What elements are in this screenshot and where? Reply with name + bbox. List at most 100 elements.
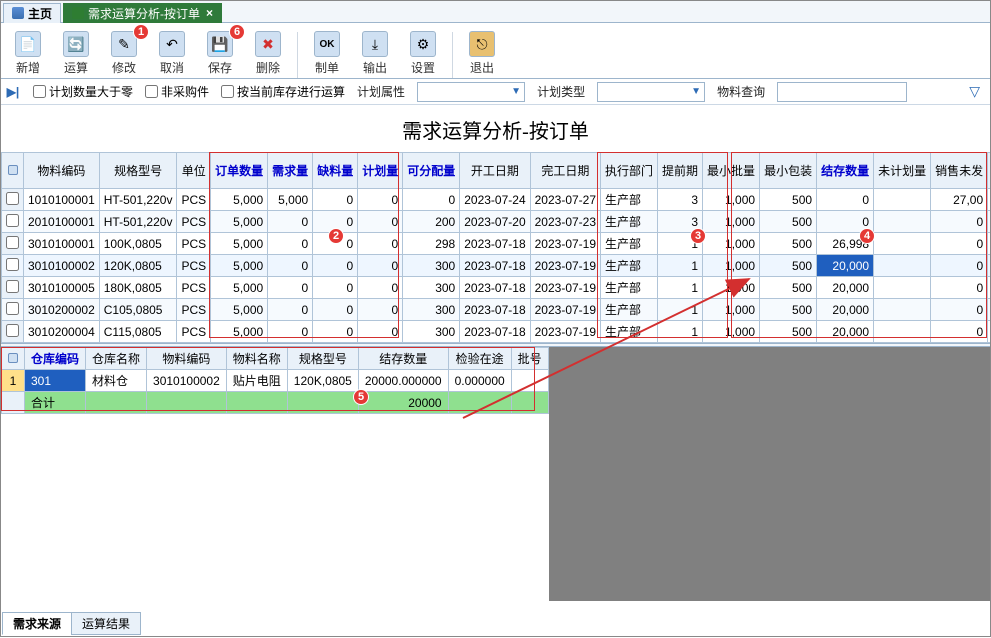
cell-dept[interactable]: 生产部 [601, 233, 658, 255]
cell-minlot[interactable]: 1,000 [703, 299, 760, 321]
cell-plan[interactable]: 0 [358, 211, 403, 233]
row-checkbox[interactable] [2, 321, 24, 343]
cell-unplan[interactable] [874, 277, 931, 299]
cell-plan[interactable]: 0 [358, 255, 403, 277]
cell-req[interactable]: 0 [268, 299, 313, 321]
cell-ship[interactable]: 0 [988, 189, 990, 211]
cell-code[interactable]: 3010100001 [24, 233, 100, 255]
cell-unplan[interactable] [874, 299, 931, 321]
cell-stock[interactable]: 20,000 [817, 255, 874, 277]
cell-minpack[interactable]: 500 [760, 189, 817, 211]
cell-minpack[interactable]: 500 [760, 321, 817, 343]
col-uom[interactable]: 单位 [177, 153, 211, 189]
cell-sunf[interactable]: 0 [931, 299, 988, 321]
cell-unplan[interactable] [874, 321, 931, 343]
cell-dept[interactable]: 生产部 [601, 321, 658, 343]
subcol-insp[interactable]: 检验在途 [448, 348, 511, 370]
col-alloc-qty[interactable]: 可分配量 [403, 153, 460, 189]
cell-code[interactable]: 3010100005 [24, 277, 100, 299]
cell-short[interactable]: 0 [313, 299, 358, 321]
cell-stock[interactable]: 20,000 [817, 299, 874, 321]
cell-stock[interactable]: 0 [817, 189, 874, 211]
cell-dept[interactable]: 生产部 [601, 189, 658, 211]
sub-row-index[interactable]: 1 [2, 370, 25, 392]
material-search-input[interactable] [778, 83, 902, 101]
cell-uom[interactable]: PCS [177, 255, 211, 277]
cell-plan[interactable]: 0 [358, 299, 403, 321]
cell-lead[interactable]: 1 [658, 277, 703, 299]
cell-lead[interactable]: 3 [658, 189, 703, 211]
cell-dept[interactable]: 生产部 [601, 277, 658, 299]
cell-minlot[interactable]: 1,000 [703, 211, 760, 233]
cell-plan[interactable]: 0 [358, 277, 403, 299]
col-dept[interactable]: 执行部门 [601, 153, 658, 189]
row-checkbox[interactable] [2, 255, 24, 277]
sub-batch[interactable] [511, 370, 548, 392]
cell-spec[interactable]: C115,0805 [99, 321, 177, 343]
col-unplan[interactable]: 未计划量 [874, 153, 931, 189]
col-material-code[interactable]: 物料编码 [24, 153, 100, 189]
table-row[interactable]: 1010100001HT-501,220vPCS5,0005,000000202… [2, 189, 991, 211]
make-order-button[interactable]: OK 制单 [304, 26, 350, 78]
cell-short[interactable]: 0 [313, 255, 358, 277]
col-start-date[interactable]: 开工日期 [460, 153, 530, 189]
col-stock[interactable]: 结存数量 [817, 153, 874, 189]
sub-mcode[interactable]: 3010100002 [147, 370, 227, 392]
combo-plan-type-input[interactable] [598, 83, 688, 101]
cell-sunf[interactable]: 27,00 [931, 189, 988, 211]
sub-whname[interactable]: 材料仓 [86, 370, 147, 392]
col-end-date[interactable]: 完工日期 [530, 153, 600, 189]
cell-uom[interactable]: PCS [177, 211, 211, 233]
tab-home[interactable]: 主页 [3, 3, 61, 23]
cell-minlot[interactable]: 1,000 [703, 189, 760, 211]
cell-alloc[interactable]: 0 [403, 189, 460, 211]
cell-start[interactable]: 2023-07-18 [460, 299, 530, 321]
row-checkbox[interactable] [2, 299, 24, 321]
cell-minlot[interactable]: 1,000 [703, 255, 760, 277]
subcol-whcode[interactable]: 仓库编码 [25, 348, 86, 370]
cell-lead[interactable]: 1 [658, 255, 703, 277]
cell-ship[interactable]: 0 [988, 321, 990, 343]
cell-ship[interactable]: 0 [988, 299, 990, 321]
cell-end[interactable]: 2023-07-19 [530, 299, 600, 321]
new-button[interactable]: 📄 新增 [5, 26, 51, 78]
cell-spec[interactable]: 180K,0805 [99, 277, 177, 299]
calc-button[interactable]: 🔄 运算 [53, 26, 99, 78]
cell-dept[interactable]: 生产部 [601, 299, 658, 321]
table-row[interactable]: 3010100001100K,0805PCS5,0000002982023-07… [2, 233, 991, 255]
table-row[interactable]: 2010100001HT-501,220vPCS5,0000002002023-… [2, 211, 991, 233]
cell-uom[interactable]: PCS [177, 233, 211, 255]
chk-use-current-stock[interactable]: 按当前库存进行运算 [221, 83, 345, 100]
cell-end[interactable]: 2023-07-19 [530, 277, 600, 299]
cell-unplan[interactable] [874, 255, 931, 277]
cell-dept[interactable]: 生产部 [601, 211, 658, 233]
cell-uom[interactable]: PCS [177, 189, 211, 211]
cell-uom[interactable]: PCS [177, 299, 211, 321]
sub-stock[interactable]: 20000.000000 [358, 370, 448, 392]
subcol-spec[interactable]: 规格型号 [287, 348, 358, 370]
table-row[interactable]: 3010200004C115,0805PCS5,0000003002023-07… [2, 321, 991, 343]
cell-sunf[interactable]: 0 [931, 211, 988, 233]
cell-req[interactable]: 5,000 [268, 189, 313, 211]
tab-demand-source[interactable]: 需求来源 [2, 612, 72, 635]
sub-whcode[interactable]: 301 [25, 370, 86, 392]
cell-end[interactable]: 2023-07-19 [530, 233, 600, 255]
combo-plan-attr[interactable]: ▼ [417, 82, 525, 102]
cell-lead[interactable]: 1 [658, 321, 703, 343]
cell-sunf[interactable]: 0 [931, 233, 988, 255]
cell-alloc[interactable]: 300 [403, 321, 460, 343]
combo-plan-attr-input[interactable] [418, 83, 508, 101]
cell-ship[interactable]: 0 [988, 211, 990, 233]
row-checkbox[interactable] [2, 189, 24, 211]
cell-code[interactable]: 3010200002 [24, 299, 100, 321]
cell-ship[interactable]: 0 [988, 277, 990, 299]
cell-stock[interactable]: 20,000 [817, 321, 874, 343]
cell-end[interactable]: 2023-07-27 [530, 189, 600, 211]
cell-req[interactable]: 0 [268, 255, 313, 277]
cell-req[interactable]: 0 [268, 321, 313, 343]
subcol-mcode[interactable]: 物料编码 [147, 348, 227, 370]
combo-plan-type[interactable]: ▼ [597, 82, 705, 102]
cell-unplan[interactable] [874, 189, 931, 211]
cell-alloc[interactable]: 298 [403, 233, 460, 255]
cell-ship[interactable]: 0 [988, 255, 990, 277]
